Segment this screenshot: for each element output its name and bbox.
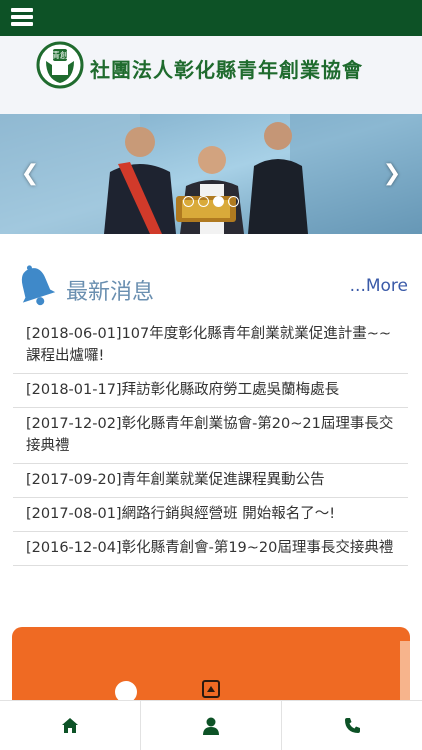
user-icon (203, 717, 219, 735)
home-button[interactable] (0, 701, 140, 750)
phone-icon (344, 718, 360, 733)
news-item[interactable]: [2018-06-01]107年度彰化縣青年創業就業促進計畫~~課程出爐囉! (13, 318, 408, 374)
carousel-dot[interactable] (228, 196, 239, 207)
news-item[interactable]: [2017-09-20]青年創業就業促進課程異動公告 (13, 464, 408, 498)
news-item[interactable]: [2017-12-02]彰化縣青年創業協會-第20~21屆理事長交接典禮 (13, 408, 408, 464)
news-list: [2018-06-01]107年度彰化縣青年創業就業促進計畫~~課程出爐囉! [… (13, 318, 408, 566)
bell-icon (21, 265, 56, 306)
news-item[interactable]: [2017-08-01]網路行銷與經營班 開始報名了～! (13, 498, 408, 532)
carousel-photo (0, 114, 422, 234)
news-item[interactable]: [2018-01-17]拜訪彰化縣政府勞工處吳蘭梅處長 (13, 374, 408, 408)
news-title: 最新消息 (66, 280, 155, 305)
bottom-navigation (0, 700, 422, 750)
association-logo[interactable]: 青創 (36, 41, 84, 89)
top-bar (0, 0, 422, 36)
carousel-prev-button[interactable]: ❮ (18, 162, 42, 186)
photo-carousel[interactable]: ❮ ❯ (0, 114, 422, 234)
news-section: 最新消息 ...More [2018-06-01]107年度彰化縣青年創業就業促… (0, 234, 422, 566)
more-link[interactable]: ...More (350, 276, 408, 296)
phone-button[interactable] (281, 701, 422, 750)
org-name: 社團法人彰化縣青年創業協會 (90, 58, 363, 82)
site-header: 青創 社團法人彰化縣青年創業協會 (0, 36, 422, 114)
carousel-next-button[interactable]: ❯ (380, 162, 404, 186)
hamburger-menu-icon[interactable] (11, 8, 33, 28)
news-item[interactable]: [2016-12-04]彰化縣青創會-第19~20屆理事長交接典禮 (13, 532, 408, 566)
member-button[interactable] (140, 701, 281, 750)
carousel-indicators (183, 196, 239, 208)
carousel-dot-active[interactable] (213, 196, 224, 207)
logo-text: 青創 (52, 50, 68, 60)
carousel-dot[interactable] (183, 196, 194, 207)
scroll-top-icon[interactable] (202, 680, 220, 698)
home-icon (62, 717, 78, 733)
carousel-dot[interactable] (198, 196, 209, 207)
news-header: 最新消息 ...More (0, 234, 422, 324)
